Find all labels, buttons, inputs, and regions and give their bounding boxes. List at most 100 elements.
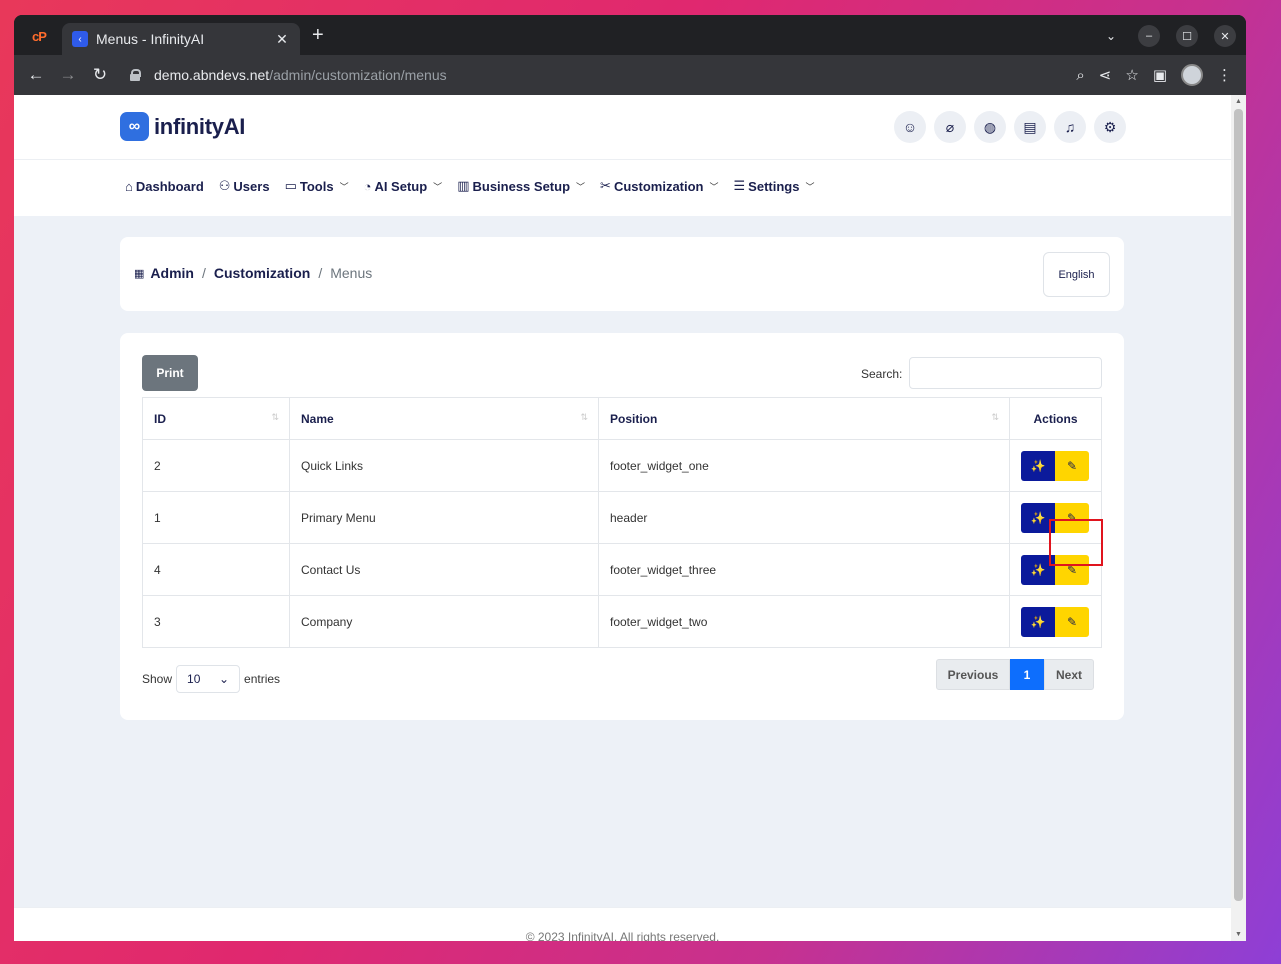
tab-search-chevron-icon[interactable]: ⌄	[1106, 29, 1116, 43]
column-header-position[interactable]: Position ⇅	[598, 397, 1010, 440]
column-header-name[interactable]: Name ⇅	[289, 397, 599, 440]
lock-icon[interactable]	[130, 69, 141, 81]
cell-name: Primary Menu	[289, 491, 599, 544]
minimize-icon[interactable]: –	[1138, 25, 1160, 47]
nav-label: Customization	[613, 178, 704, 194]
bookmark-star-icon[interactable]: ☆	[1125, 66, 1138, 84]
window-controls: ⌄ – ☐ ✕	[1106, 25, 1236, 47]
build-menu-button[interactable]: ✨	[1021, 606, 1055, 637]
header-icons: ☺ ⌀ ◍ ▤ ♫ ⚙	[894, 111, 1126, 143]
breadcrumb-admin[interactable]: Admin	[150, 265, 194, 281]
nav-dashboard[interactable]: ⌂ Dashboard	[125, 178, 204, 194]
table-row: 3 Company footer_widget_two ✨ ✎	[142, 595, 1102, 648]
menus-table-card: Print Search: ID ⇅ Name ⇅ Position ⇅ Action…	[120, 333, 1124, 720]
user-icon[interactable]: ☺	[894, 111, 926, 143]
cell-id: 3	[142, 595, 290, 648]
chevron-down-icon: ﹀	[805, 181, 815, 192]
cell-id: 4	[142, 543, 290, 596]
next-page-button[interactable]: Next	[1044, 659, 1094, 690]
nav-label: Settings	[748, 178, 800, 194]
cell-id: 2	[142, 439, 290, 492]
site-logo[interactable]: ∞ infinityAI	[120, 112, 245, 141]
entries-label: entries	[244, 672, 281, 686]
scroll-up-icon[interactable]: ▲	[1235, 98, 1242, 105]
chevron-down-icon: ﹀	[576, 181, 586, 192]
language-select[interactable]: English	[1043, 252, 1110, 297]
build-menu-button[interactable]: ✨	[1021, 450, 1055, 481]
building-icon: ▥	[457, 178, 470, 193]
nav-ai-setup[interactable]: ◔ AI Setup ﹀	[364, 178, 443, 194]
nav-label: Dashboard	[135, 178, 204, 194]
nav-label: AI Setup	[374, 178, 428, 194]
breadcrumb-customization[interactable]: Customization	[214, 265, 310, 281]
cell-position: footer_widget_one	[598, 439, 1010, 492]
breadcrumb-separator: /	[318, 265, 323, 281]
page-scrollbar[interactable]: ▲ ▼	[1231, 95, 1246, 941]
breadcrumb-current: Menus	[330, 265, 373, 281]
table-row: 4 Contact Us footer_widget_three ✨ ✎	[142, 543, 1102, 596]
reload-icon[interactable]: ↻	[84, 65, 116, 85]
page-size-control: Show 10 ⌄ entries	[142, 665, 280, 693]
page-size-select[interactable]: 10 ⌄	[176, 665, 241, 693]
print-button[interactable]: Print	[142, 355, 198, 391]
new-tab-button[interactable]: +	[312, 25, 324, 45]
favicon-icon: ‹	[72, 31, 88, 47]
column-header-id[interactable]: ID ⇅	[142, 397, 290, 440]
gauge-icon: ◔	[363, 178, 372, 194]
sort-icon: ⇅	[580, 412, 588, 422]
browser-tab[interactable]: ‹ Menus - InfinityAI ✕	[62, 23, 300, 55]
tab-strip: cP ‹ Menus - InfinityAI ✕ + ⌄ – ☐ ✕	[14, 15, 1246, 55]
ai-badge-icon[interactable]: ▤	[1014, 111, 1046, 143]
page-viewport: ∞ infinityAI ☺ ⌀ ◍ ▤ ♫ ⚙ ⌂ Dashboard ⚇ Use…	[14, 95, 1231, 941]
nav-tools[interactable]: ▭ Tools ﹀	[285, 178, 349, 194]
clear-cache-icon[interactable]: ⌀	[934, 111, 966, 143]
logo-mark-icon: ∞	[120, 112, 149, 141]
sort-icon: ⇅	[271, 412, 279, 422]
breadcrumb-card: ▦ Admin / Customization / Menus English	[120, 237, 1124, 311]
nav-customization[interactable]: ✂ Customization ﹀	[600, 178, 718, 194]
forward-icon[interactable]: →	[52, 65, 84, 85]
browser-window: cP ‹ Menus - InfinityAI ✕ + ⌄ – ☐ ✕ ← → …	[14, 15, 1246, 941]
user-settings-icon[interactable]: ⚙	[1094, 111, 1126, 143]
tab-close-icon[interactable]: ✕	[274, 31, 290, 48]
column-label: Actions	[1033, 411, 1078, 426]
menu-kebab-icon[interactable]: ⋮	[1217, 66, 1232, 84]
nav-settings[interactable]: ☰ Settings ﹀	[734, 178, 815, 194]
edit-button[interactable]: ✎	[1055, 606, 1089, 637]
nav-business-setup[interactable]: ▥ Business Setup ﹀	[457, 178, 585, 194]
back-icon[interactable]: ←	[20, 65, 52, 85]
cell-actions: ✨ ✎	[1009, 595, 1102, 648]
globe-icon[interactable]: ◍	[974, 111, 1006, 143]
home-icon: ⌂	[125, 178, 133, 194]
page-size-value: 10	[187, 672, 201, 686]
highlight-box	[1049, 519, 1103, 566]
address-bar[interactable]: demo.abndevs.net/admin/customization/men…	[124, 60, 1076, 90]
bell-icon[interactable]: ♫	[1054, 111, 1086, 143]
edit-button[interactable]: ✎	[1055, 450, 1089, 481]
side-panel-icon[interactable]: ▣	[1153, 66, 1167, 84]
search-label: Search:	[861, 367, 903, 381]
table-row: 1 Primary Menu header ✨ ✎	[142, 491, 1102, 544]
cpanel-icon[interactable]: cP	[32, 29, 47, 44]
nav-label: Business Setup	[472, 178, 571, 194]
close-window-icon[interactable]: ✕	[1214, 25, 1236, 47]
cell-name: Contact Us	[289, 543, 599, 596]
cell-actions: ✨ ✎	[1009, 439, 1102, 492]
profile-avatar[interactable]	[1181, 64, 1203, 86]
column-header-actions: Actions	[1009, 397, 1102, 440]
maximize-icon[interactable]: ☐	[1176, 25, 1198, 47]
chevron-down-icon: ⌄	[218, 672, 230, 686]
sliders-icon: ☰	[733, 178, 746, 193]
search-input[interactable]	[909, 357, 1102, 389]
zoom-icon[interactable]: ⌕	[1076, 67, 1084, 84]
browser-toolbar: ← → ↻ demo.abndevs.net/admin/customizati…	[14, 55, 1246, 95]
share-icon[interactable]: ⋖	[1099, 66, 1112, 84]
scroll-down-icon[interactable]: ▼	[1235, 931, 1242, 938]
previous-page-button[interactable]: Previous	[936, 659, 1010, 690]
column-label: Position	[610, 411, 658, 426]
page-1-button[interactable]: 1	[1010, 659, 1044, 690]
scrollbar-thumb[interactable]	[1234, 109, 1243, 901]
nav-users[interactable]: ⚇ Users	[219, 178, 270, 194]
column-label: Name	[301, 411, 334, 426]
table-row: 2 Quick Links footer_widget_one ✨ ✎	[142, 439, 1102, 492]
